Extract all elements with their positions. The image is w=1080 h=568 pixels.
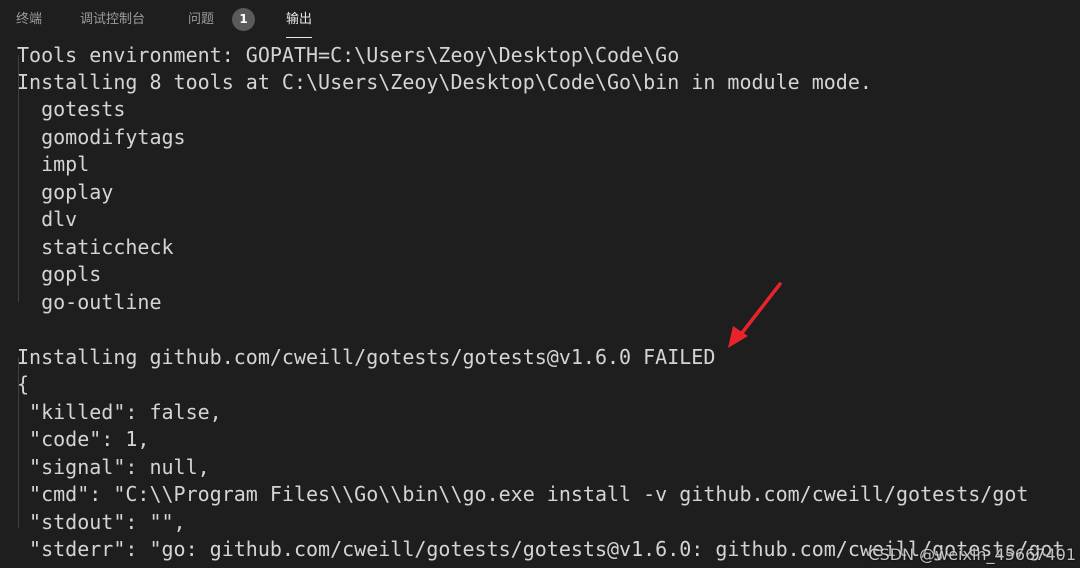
panel-tabs: 终端 调试控制台 问题 1 输出: [0, 0, 1080, 40]
log-line: "stdout": "",: [17, 510, 186, 534]
log-line: dlv: [17, 207, 78, 231]
problems-count-badge: 1: [232, 8, 255, 31]
log-line-failed: Installing github.com/cweill/gotests/got…: [17, 345, 716, 369]
tab-terminal[interactable]: 终端: [16, 10, 42, 30]
tab-problems[interactable]: 问题: [188, 10, 214, 30]
indent-guide: [18, 357, 19, 528]
log-line: "signal": null,: [17, 455, 210, 479]
watermark: CSDN @weixin_45667401: [868, 545, 1076, 564]
log-line: gomodifytags: [17, 125, 186, 149]
log-line: Tools environment: GOPATH=C:\Users\Zeoy\…: [17, 43, 680, 67]
log-line: "code": 1,: [17, 427, 150, 451]
log-line: "cmd": "C:\\Program Files\\Go\\bin\\go.e…: [17, 482, 1029, 506]
log-line: gopls: [17, 262, 102, 286]
log-line: go-outline: [17, 290, 162, 314]
tab-debug-console[interactable]: 调试控制台: [80, 10, 145, 30]
output-panel: 终端 调试控制台 问题 1 输出 Tools environment: GOPA…: [0, 0, 1080, 568]
log-line: goplay: [17, 180, 114, 204]
tab-output[interactable]: 输出: [286, 10, 313, 38]
log-line: gotests: [17, 97, 126, 121]
log-line: "killed": false,: [17, 400, 222, 424]
log-line: staticcheck: [17, 235, 174, 259]
output-log[interactable]: Tools environment: GOPATH=C:\Users\Zeoy\…: [0, 40, 1080, 568]
log-line: impl: [17, 152, 90, 176]
log-line: Installing 8 tools at C:\Users\Zeoy\Desk…: [17, 70, 872, 94]
